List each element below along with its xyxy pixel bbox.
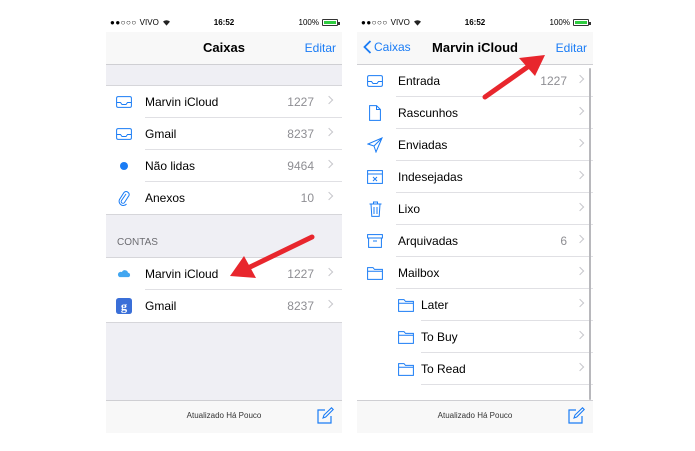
folder-row-drafts[interactable]: Rascunhos — [357, 97, 593, 129]
archive-icon — [367, 233, 383, 249]
svg-text:g: g — [121, 299, 128, 313]
folder-label: Mailbox — [398, 266, 440, 280]
chevron-right-icon — [575, 106, 585, 116]
updated-status: Atualizado Há Pouco — [437, 411, 513, 420]
folder-icon — [367, 265, 383, 281]
unread-dot-icon — [116, 158, 132, 174]
mailbox-row-attachments[interactable]: Anexos 10 — [106, 182, 342, 214]
folder-row-junk[interactable]: Indesejadas — [357, 161, 593, 193]
sent-icon — [367, 137, 383, 153]
compose-icon[interactable] — [567, 407, 585, 425]
folder-icon — [398, 297, 414, 313]
folder-label: Indesejadas — [398, 170, 463, 184]
chevron-right-icon — [575, 266, 585, 276]
mailbox-label: Não lidas — [145, 159, 196, 173]
folder-list: Entrada 1227 Rascunhos Enviadas Indeseja… — [357, 65, 593, 401]
mailboxes-group: Marvin iCloud 1227 Gmail 8237 Não lidas — [106, 85, 342, 215]
mailbox-count: 10 — [300, 191, 314, 205]
folder-row-sent[interactable]: Enviadas — [357, 129, 593, 161]
accounts-section-header: CONTAS — [117, 237, 158, 248]
mailboxes-screen: ●●○○○ VIVO 16:52 100% Caixas Editar Marv… — [106, 12, 342, 433]
mailbox-row-marvin-icloud[interactable]: Marvin iCloud 1227 — [106, 86, 342, 118]
battery-percent: 100% — [298, 18, 319, 27]
folder-icon — [398, 361, 414, 377]
chevron-right-icon — [575, 362, 585, 372]
chevron-right-icon — [575, 170, 585, 180]
mailbox-count: 9464 — [287, 159, 314, 173]
mailbox-row-gmail[interactable]: Gmail 8237 — [106, 118, 342, 150]
scrollbar[interactable] — [589, 68, 591, 400]
edit-button[interactable]: Editar — [305, 41, 336, 55]
mailbox-row-unread[interactable]: Não lidas 9464 — [106, 150, 342, 182]
inbox-icon — [116, 126, 132, 142]
folder-row-archive[interactable]: Arquivadas 6 — [357, 225, 593, 257]
updated-status: Atualizado Há Pouco — [186, 411, 262, 420]
battery-icon — [322, 19, 340, 26]
icloud-icon — [116, 266, 132, 282]
mailbox-label: Marvin iCloud — [145, 95, 219, 109]
compose-icon[interactable] — [316, 407, 334, 425]
folder-label: Enviadas — [398, 138, 448, 152]
folder-label: Arquivadas — [398, 234, 459, 248]
chevron-right-icon — [324, 127, 334, 137]
chevron-right-icon — [575, 298, 585, 308]
folder-label: Rascunhos — [398, 106, 459, 120]
account-count: 8237 — [287, 299, 314, 313]
mailbox-label: Gmail — [145, 127, 177, 141]
chevron-right-icon — [324, 191, 334, 201]
folder-label: To Read — [421, 362, 466, 376]
folder-row-to-buy[interactable]: To Buy — [357, 321, 593, 353]
mailbox-count: 1227 — [287, 95, 314, 109]
folder-row-trash[interactable]: Lixo — [357, 193, 593, 225]
folder-row-mailbox[interactable]: Mailbox — [357, 257, 593, 289]
chevron-right-icon — [575, 138, 585, 148]
account-count: 1227 — [287, 267, 314, 281]
folder-count: 6 — [560, 234, 567, 248]
account-folders-screen: ●●○○○ VIVO 16:52 100% Caixas Marvin iClo… — [357, 12, 593, 433]
trash-icon — [367, 201, 383, 217]
inbox-icon — [116, 94, 132, 110]
draft-icon — [367, 105, 383, 121]
junk-icon — [367, 169, 383, 185]
chevron-right-icon — [575, 330, 585, 340]
folder-row-later[interactable]: Later — [357, 289, 593, 321]
chevron-right-icon — [324, 299, 334, 309]
chevron-right-icon — [575, 74, 585, 84]
accounts-group: Marvin iCloud 1227 g Gmail 8237 — [106, 257, 342, 323]
chevron-right-icon — [324, 159, 334, 169]
nav-bar: Caixas Marvin iCloud Editar — [357, 32, 593, 65]
paperclip-icon — [116, 190, 132, 206]
status-bar: ●●○○○ VIVO 16:52 100% — [357, 12, 593, 32]
battery-icon — [573, 19, 591, 26]
bottom-toolbar: Atualizado Há Pouco — [357, 400, 593, 433]
folder-icon — [398, 329, 414, 345]
mailbox-count: 8237 — [287, 127, 314, 141]
mailbox-label: Anexos — [145, 191, 186, 205]
account-label: Marvin iCloud — [145, 267, 219, 281]
mailbox-list: Marvin iCloud 1227 Gmail 8237 Não lidas — [106, 65, 342, 401]
edit-button[interactable]: Editar — [556, 41, 587, 55]
chevron-right-icon — [575, 202, 585, 212]
nav-bar: Caixas Editar — [106, 32, 342, 65]
chevron-right-icon — [324, 95, 334, 105]
bottom-toolbar: Atualizado Há Pouco — [106, 400, 342, 433]
status-bar: ●●○○○ VIVO 16:52 100% — [106, 12, 342, 32]
account-row-marvin-icloud[interactable]: Marvin iCloud 1227 — [106, 258, 342, 290]
inbox-icon — [367, 73, 383, 89]
google-icon: g — [116, 298, 132, 314]
folder-label: Entrada — [398, 74, 441, 88]
folder-count: 1227 — [540, 74, 567, 88]
folder-label: Lixo — [398, 202, 421, 216]
folder-row-to-read[interactable]: To Read — [357, 353, 593, 385]
chevron-right-icon — [324, 267, 334, 277]
folder-label: To Buy — [421, 330, 458, 344]
battery-percent: 100% — [549, 18, 570, 27]
folder-row-inbox[interactable]: Entrada 1227 — [357, 65, 593, 97]
account-row-gmail[interactable]: g Gmail 8237 — [106, 290, 342, 322]
folder-label: Later — [421, 298, 449, 312]
chevron-right-icon — [575, 234, 585, 244]
account-label: Gmail — [145, 299, 177, 313]
